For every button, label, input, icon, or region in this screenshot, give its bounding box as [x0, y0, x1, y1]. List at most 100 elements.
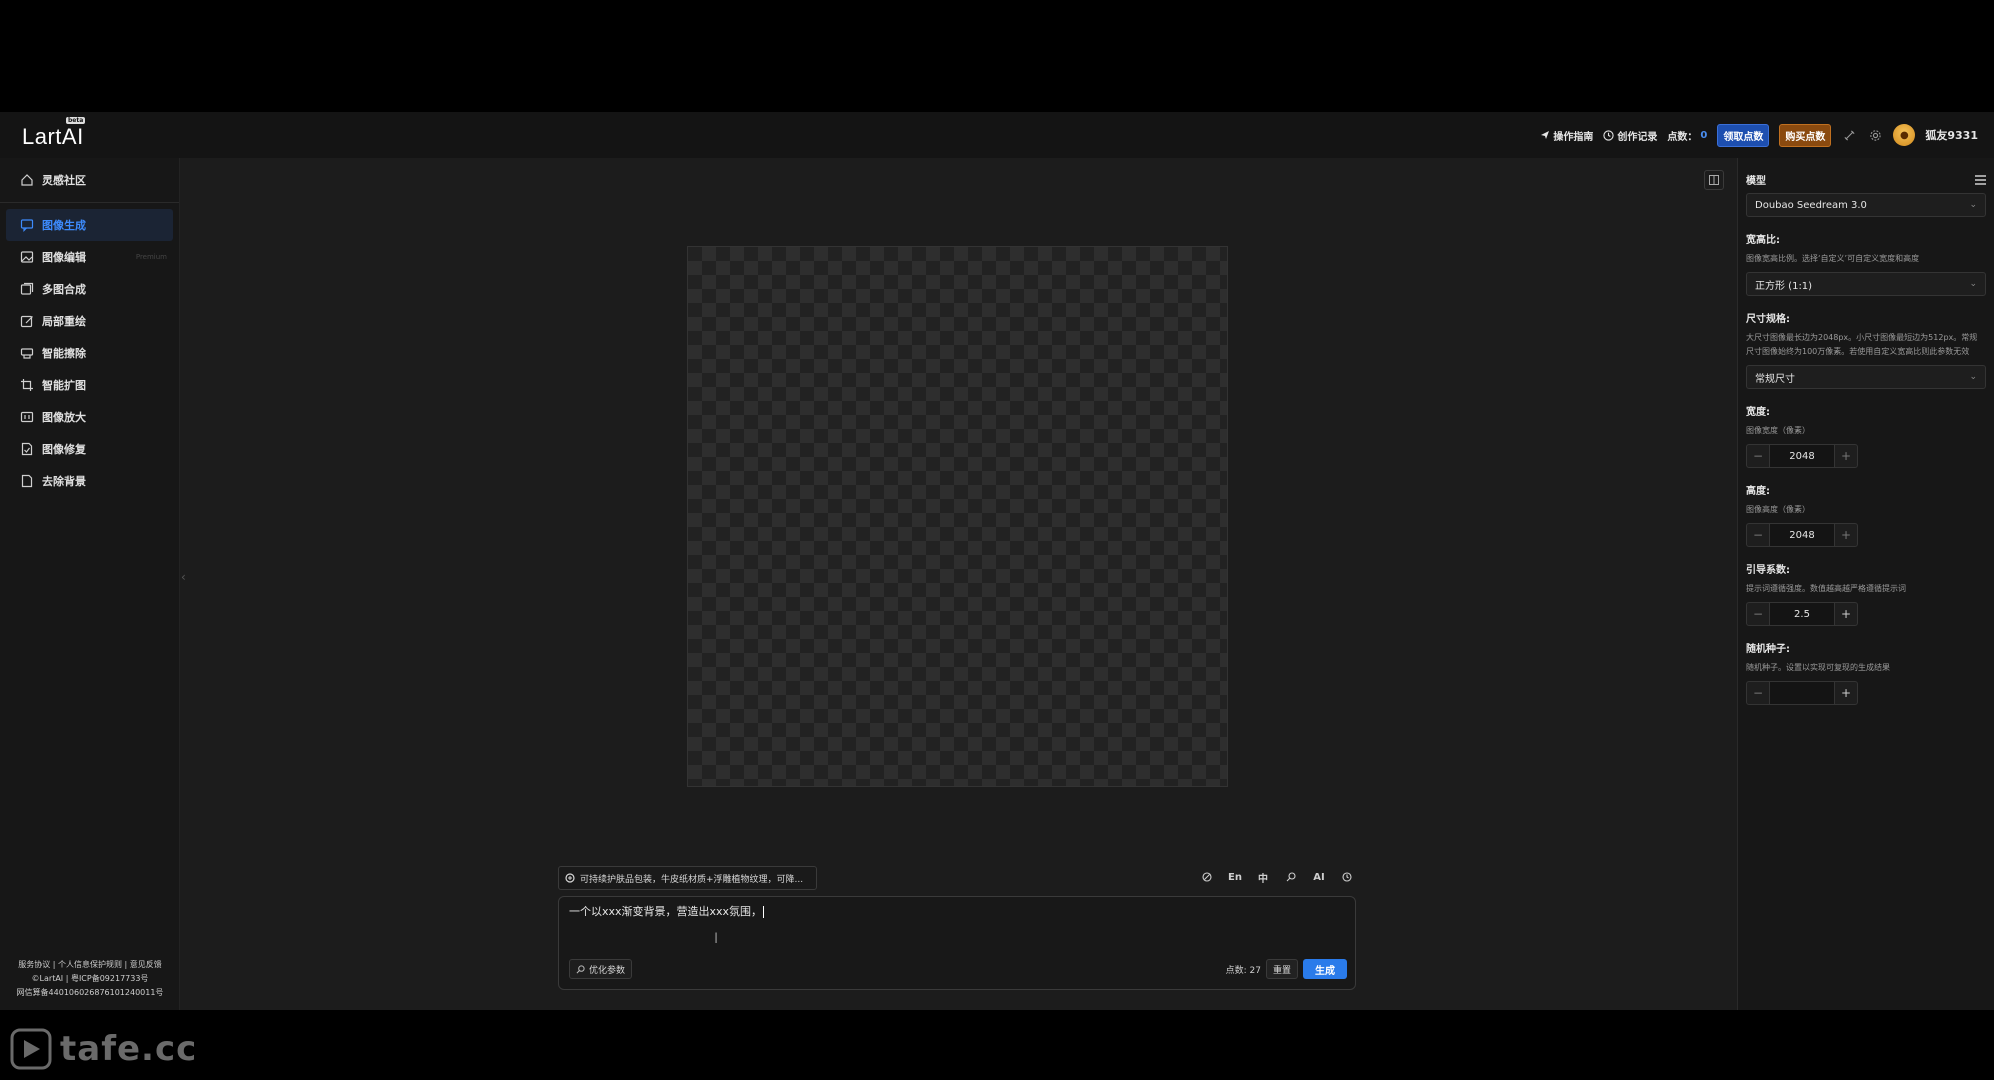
height-increment-button[interactable]: + [1834, 523, 1858, 547]
sidebar: 灵感社区 图像生成 图像编辑 Premium 多图合成 局部重绘 智能擦除 智能… [0, 158, 180, 1010]
height-input[interactable]: 2048 [1770, 523, 1834, 547]
sidebar-item-label: 图像生成 [42, 219, 86, 232]
guidance-input[interactable]: 2.5 [1770, 602, 1834, 626]
menu-icon[interactable] [1975, 170, 1986, 189]
watermark: tafe.cc [10, 1028, 197, 1070]
sidebar-item-restore[interactable]: 图像修复 [0, 433, 179, 465]
chevron-down-icon: ⌄ [1969, 372, 1977, 382]
width-decrement-button[interactable]: − [1746, 444, 1770, 468]
get-points-button[interactable]: 领取点数 [1717, 123, 1770, 147]
eraser-icon [20, 348, 34, 359]
guidance-label: 引导系数: [1746, 565, 1790, 576]
sidebar-item-community[interactable]: 灵感社区 [0, 164, 179, 196]
watermark-logo-icon [10, 1028, 52, 1070]
prompt-input[interactable]: 一个以xxx渐变背景，营造出xxx氛围， I 优化参数 点数: 27 重置 生成 [558, 896, 1356, 990]
points-value: 0 [1700, 129, 1708, 141]
ibeam-cursor-icon: I [714, 931, 719, 947]
optimize-label: 优化参数 [589, 965, 626, 976]
prompt-suggestion[interactable]: 可持续护肤品包装，牛皮纸材质+浮雕植物纹理，可降... [558, 866, 817, 890]
sidebar-item-label: 局部重绘 [42, 315, 86, 328]
sidebar-item-outpaint[interactable]: 智能扩图 [0, 369, 179, 401]
watermark-text: tafe.cc [60, 1029, 198, 1069]
optimize-button[interactable]: 优化参数 [569, 959, 633, 979]
height-stepper: − 2048 + [1746, 523, 1864, 547]
sidebar-item-label: 灵感社区 [42, 174, 86, 187]
seed-desc: 随机种子。设置以实现可复现的生成结果 [1746, 663, 1890, 672]
logo-badge: beta [66, 117, 86, 124]
ratio-value: 正方形 (1:1) [1755, 280, 1813, 292]
chevron-left-icon[interactable]: ‹ [181, 570, 186, 584]
theme-icon[interactable] [1841, 127, 1857, 143]
sidebar-item-label: 图像编辑 [42, 251, 86, 264]
size-label: 尺寸规格: [1746, 314, 1790, 325]
width-input[interactable]: 2048 [1770, 444, 1834, 468]
send-icon [1541, 131, 1550, 139]
sidebar-item-erase[interactable]: 智能擦除 [0, 337, 179, 369]
search-icon[interactable] [1282, 868, 1300, 886]
history-link[interactable]: 创作记录 [1603, 128, 1657, 143]
size-desc: 大尺寸图像最长边为2048px。小尺寸图像最短边为512px。常规尺寸图像始终为… [1746, 333, 1978, 356]
translate-en-button[interactable]: En [1226, 868, 1244, 886]
guidance-increment-button[interactable]: + [1834, 602, 1858, 626]
history-label: 创作记录 [1617, 131, 1658, 143]
ratio-label: 宽高比: [1746, 235, 1780, 246]
guide-link[interactable]: 操作指南 [1540, 128, 1593, 143]
buy-points-button[interactable]: 购买点数 [1779, 123, 1832, 147]
points-display: 点数： 0 [1667, 128, 1707, 143]
height-desc: 图像高度（像素） [1746, 505, 1810, 514]
sidebar-item-upscale[interactable]: 图像放大 [0, 401, 179, 433]
sidebar-item-label: 智能擦除 [42, 347, 86, 360]
username[interactable]: 狐友9331 [1925, 127, 1978, 143]
panel-toggle-button[interactable] [1704, 170, 1724, 190]
chat-image-icon [20, 219, 34, 232]
size-select[interactable]: 常规尺寸 ⌄ [1746, 365, 1986, 389]
sidebar-item-inpaint[interactable]: 局部重绘 [0, 305, 179, 337]
size-value: 常规尺寸 [1755, 373, 1795, 385]
guide-label: 操作指南 [1553, 131, 1594, 143]
image-canvas [687, 246, 1228, 787]
text-cursor [763, 906, 765, 918]
crop-icon [21, 379, 33, 391]
guidance-stepper: − 2.5 + [1746, 602, 1864, 626]
translate-zh-button[interactable]: 中 [1254, 868, 1272, 886]
seed-decrement-button[interactable]: − [1746, 681, 1770, 705]
logo[interactable]: LartAI beta [22, 117, 86, 150]
footer-filing: 网信算备440106026876101240011号 [16, 988, 164, 997]
height-decrement-button[interactable]: − [1746, 523, 1770, 547]
seed-increment-button[interactable]: + [1834, 681, 1858, 705]
points-label: 点数： [1667, 131, 1698, 143]
sidebar-item-image-edit[interactable]: 图像编辑 Premium [0, 241, 179, 273]
sidebar-item-image-generate[interactable]: 图像生成 [6, 209, 173, 241]
sidebar-item-label: 图像放大 [42, 411, 86, 424]
seed-input[interactable] [1770, 681, 1834, 705]
gear-icon[interactable] [1867, 127, 1883, 143]
premium-tag: Premium [135, 253, 167, 261]
width-stepper: − 2048 + [1746, 444, 1864, 468]
sidebar-item-label: 智能扩图 [42, 379, 86, 392]
guidance-decrement-button[interactable]: − [1746, 602, 1770, 626]
chevron-down-icon: ⌄ [1969, 279, 1977, 289]
settings-panel: 模型 Doubao Seedream 3.0 ⌄ 宽高比: 图像宽高比例。选择‘… [1737, 158, 1994, 1010]
layers-icon [20, 282, 34, 295]
sidebar-item-remove-bg[interactable]: 去除背景 [0, 465, 179, 497]
seed-label: 随机种子: [1746, 644, 1790, 655]
generate-button[interactable]: 生成 [1303, 959, 1347, 979]
model-select[interactable]: Doubao Seedream 3.0 ⌄ [1746, 193, 1986, 217]
ai-button[interactable]: AI [1310, 868, 1328, 886]
prompt-toolbar: En 中 AI [1198, 868, 1356, 886]
app-window: LartAI beta 操作指南 创作记录 点数： 0 领取点数 购买点数 ● … [0, 112, 1994, 1010]
ratio-desc: 图像宽高比例。选择‘自定义’可自定义宽度和高度 [1746, 254, 1920, 263]
clear-icon[interactable] [1198, 868, 1216, 886]
sidebar-item-label: 去除背景 [42, 475, 86, 488]
history-icon[interactable] [1338, 868, 1356, 886]
upscale-icon [20, 411, 34, 423]
prompt-text[interactable]: 一个以xxx渐变背景，营造出xxx氛围， [569, 903, 765, 919]
prompt-value: 一个以xxx渐变背景，营造出xxx氛围， [569, 905, 763, 918]
footer-links[interactable]: 服务协议 | 个人信息保护规则 | 意见反馈 [0, 958, 180, 972]
home-icon [21, 174, 33, 186]
sidebar-item-multi-compose[interactable]: 多图合成 [0, 273, 179, 305]
avatar[interactable]: ● [1893, 124, 1916, 146]
ratio-select[interactable]: 正方形 (1:1) ⌄ [1746, 272, 1986, 296]
reset-button[interactable]: 重置 [1265, 959, 1298, 979]
width-increment-button[interactable]: + [1834, 444, 1858, 468]
